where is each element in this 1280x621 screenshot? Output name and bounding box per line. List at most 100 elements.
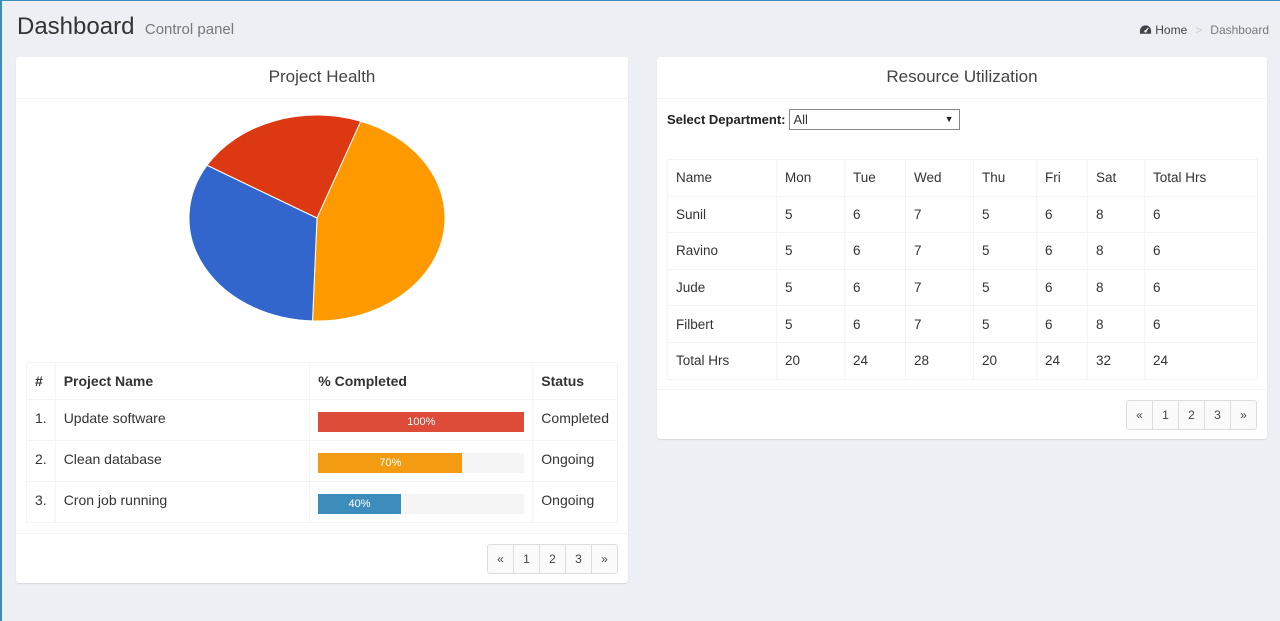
resource-cell-name: Ravino: [667, 232, 777, 270]
resource-cell-mon: 20: [776, 341, 845, 380]
breadcrumb-home-link[interactable]: Home: [1139, 23, 1187, 37]
pagination-prev[interactable]: «: [1126, 400, 1153, 430]
resource-cell-mon: 5: [776, 268, 845, 307]
resource-cell-name: Jude: [667, 268, 777, 307]
project-num: 2.: [26, 440, 56, 482]
breadcrumb-current: Dashboard: [1210, 23, 1269, 37]
resource-cell-total-hrs: 24: [1144, 341, 1258, 380]
resource-cell-tue: 6: [844, 305, 906, 343]
page-title: Dashboard: [17, 13, 135, 40]
resource-cell-fri: 6: [1036, 195, 1088, 234]
resource-cell-sat: 8: [1087, 268, 1145, 307]
pagination-page-3[interactable]: 3: [1204, 400, 1231, 430]
project-progress-cell: 40%: [309, 481, 534, 523]
resource-cell-tue: 6: [844, 232, 906, 270]
col-header-wed: Wed: [905, 159, 974, 197]
pagination-page-2[interactable]: 2: [539, 544, 566, 574]
col-header-tue: Tue: [844, 159, 906, 197]
department-label: Select Department:: [667, 112, 786, 127]
resource-cell-total-hrs: 6: [1144, 305, 1258, 343]
resource-row: Total Hrs 20 24 28 20 24 32 24: [667, 341, 1258, 380]
pagination-page-3[interactable]: 3: [565, 544, 592, 574]
progress-bar: 100%: [318, 412, 525, 432]
pagination-page-1[interactable]: 1: [1152, 400, 1179, 430]
resource-cell-total-hrs: 6: [1144, 232, 1258, 270]
project-num: 3.: [26, 481, 56, 523]
resource-cell-tue: 6: [844, 195, 906, 234]
pie-chart-svg: [188, 114, 446, 322]
col-header-fri: Fri: [1036, 159, 1088, 197]
resource-cell-tue: 24: [844, 341, 906, 380]
content-header: Dashboard Control panel Home > Dashboard: [17, 13, 1269, 47]
project-pagination: « 1 2 3 »: [487, 544, 618, 574]
resource-row: Jude 5 6 7 5 6 8 6: [667, 268, 1258, 307]
col-header-name: Name: [667, 159, 777, 197]
resource-cell-fri: 6: [1036, 305, 1088, 343]
resource-pagination: « 1 2 3 »: [1126, 400, 1257, 430]
dropdown-arrow-icon: ▼: [944, 114, 954, 124]
resource-cell-name: Total Hrs: [667, 341, 777, 380]
project-status: Ongoing: [532, 440, 618, 482]
resource-cell-mon: 5: [776, 195, 845, 234]
col-header-sat: Sat: [1087, 159, 1145, 197]
resource-table-header-row: Name Mon Tue Wed Thu Fri Sat Total Hrs: [667, 159, 1258, 197]
resource-cell-thu: 5: [973, 232, 1037, 270]
col-header-total-hrs: Total Hrs: [1144, 159, 1258, 197]
resource-row: Sunil 5 6 7 5 6 8 6: [667, 195, 1258, 234]
department-select-value: All: [793, 112, 808, 127]
col-header-completed: % Completed: [309, 362, 534, 400]
project-name: Cron job running: [54, 481, 311, 523]
resource-cell-thu: 20: [973, 341, 1037, 380]
resource-utilization-box: Resource Utilization Select Department: …: [657, 57, 1267, 439]
pagination-page-1[interactable]: 1: [513, 544, 540, 574]
pagination-page-2[interactable]: 2: [1178, 400, 1205, 430]
col-header-mon: Mon: [776, 159, 845, 197]
progress-track: 70%: [318, 453, 525, 473]
resource-row: Ravino 5 6 7 5 6 8 6: [667, 232, 1258, 270]
pagination-next[interactable]: »: [591, 544, 618, 574]
project-name: Update software: [54, 399, 311, 441]
col-header-num: #: [26, 362, 56, 400]
resource-cell-thu: 5: [973, 268, 1037, 307]
progress-track: 100%: [318, 412, 525, 432]
project-status: Completed: [532, 399, 618, 441]
page-subtitle: Control panel: [144, 21, 235, 38]
resource-cell-total-hrs: 6: [1144, 268, 1258, 307]
progress-track: 40%: [318, 494, 525, 514]
breadcrumb-separator: >: [1195, 23, 1203, 37]
resource-cell-fri: 6: [1036, 232, 1088, 270]
breadcrumb: Home > Dashboard: [1139, 23, 1269, 37]
resource-cell-sat: 8: [1087, 305, 1145, 343]
pie-chart: [186, 113, 448, 323]
project-row: 1. Update software 100% Completed: [26, 399, 618, 441]
resource-cell-wed: 7: [905, 268, 974, 307]
resource-cell-wed: 7: [905, 232, 974, 270]
progress-bar: 40%: [318, 494, 401, 514]
progress-bar: 70%: [318, 453, 463, 473]
resource-cell-thu: 5: [973, 305, 1037, 343]
resource-cell-thu: 5: [973, 195, 1037, 234]
resource-cell-total-hrs: 6: [1144, 195, 1258, 234]
resource-row: Filbert 5 6 7 5 6 8 6: [667, 305, 1258, 343]
project-table: # Project Name % Completed Status 1. Upda…: [26, 362, 618, 523]
pagination-next[interactable]: »: [1230, 400, 1257, 430]
resource-cell-sat: 32: [1087, 341, 1145, 380]
resource-cell-name: Filbert: [667, 305, 777, 343]
project-row: 2. Clean database 70% Ongoing: [26, 440, 618, 482]
resource-table: Name Mon Tue Wed Thu Fri Sat Total Hrs S…: [667, 159, 1258, 380]
department-filter: Select Department: All ▼: [667, 109, 961, 130]
resource-cell-mon: 5: [776, 232, 845, 270]
breadcrumb-home-label: Home: [1155, 23, 1188, 37]
resource-cell-mon: 5: [776, 305, 845, 343]
project-row: 3. Cron job running 40% Ongoing: [26, 481, 618, 523]
resource-cell-sat: 8: [1087, 195, 1145, 234]
project-table-header-row: # Project Name % Completed Status: [26, 362, 618, 400]
project-name: Clean database: [54, 440, 311, 482]
project-status: Ongoing: [532, 481, 618, 523]
pagination-prev[interactable]: «: [487, 544, 514, 574]
project-health-box: Project Health # Project Name % Complete…: [16, 57, 628, 583]
project-health-footer: « 1 2 3 »: [16, 533, 628, 583]
resource-cell-wed: 7: [905, 195, 974, 234]
dashboard-icon: [1140, 25, 1152, 34]
department-select[interactable]: All ▼: [789, 109, 961, 130]
